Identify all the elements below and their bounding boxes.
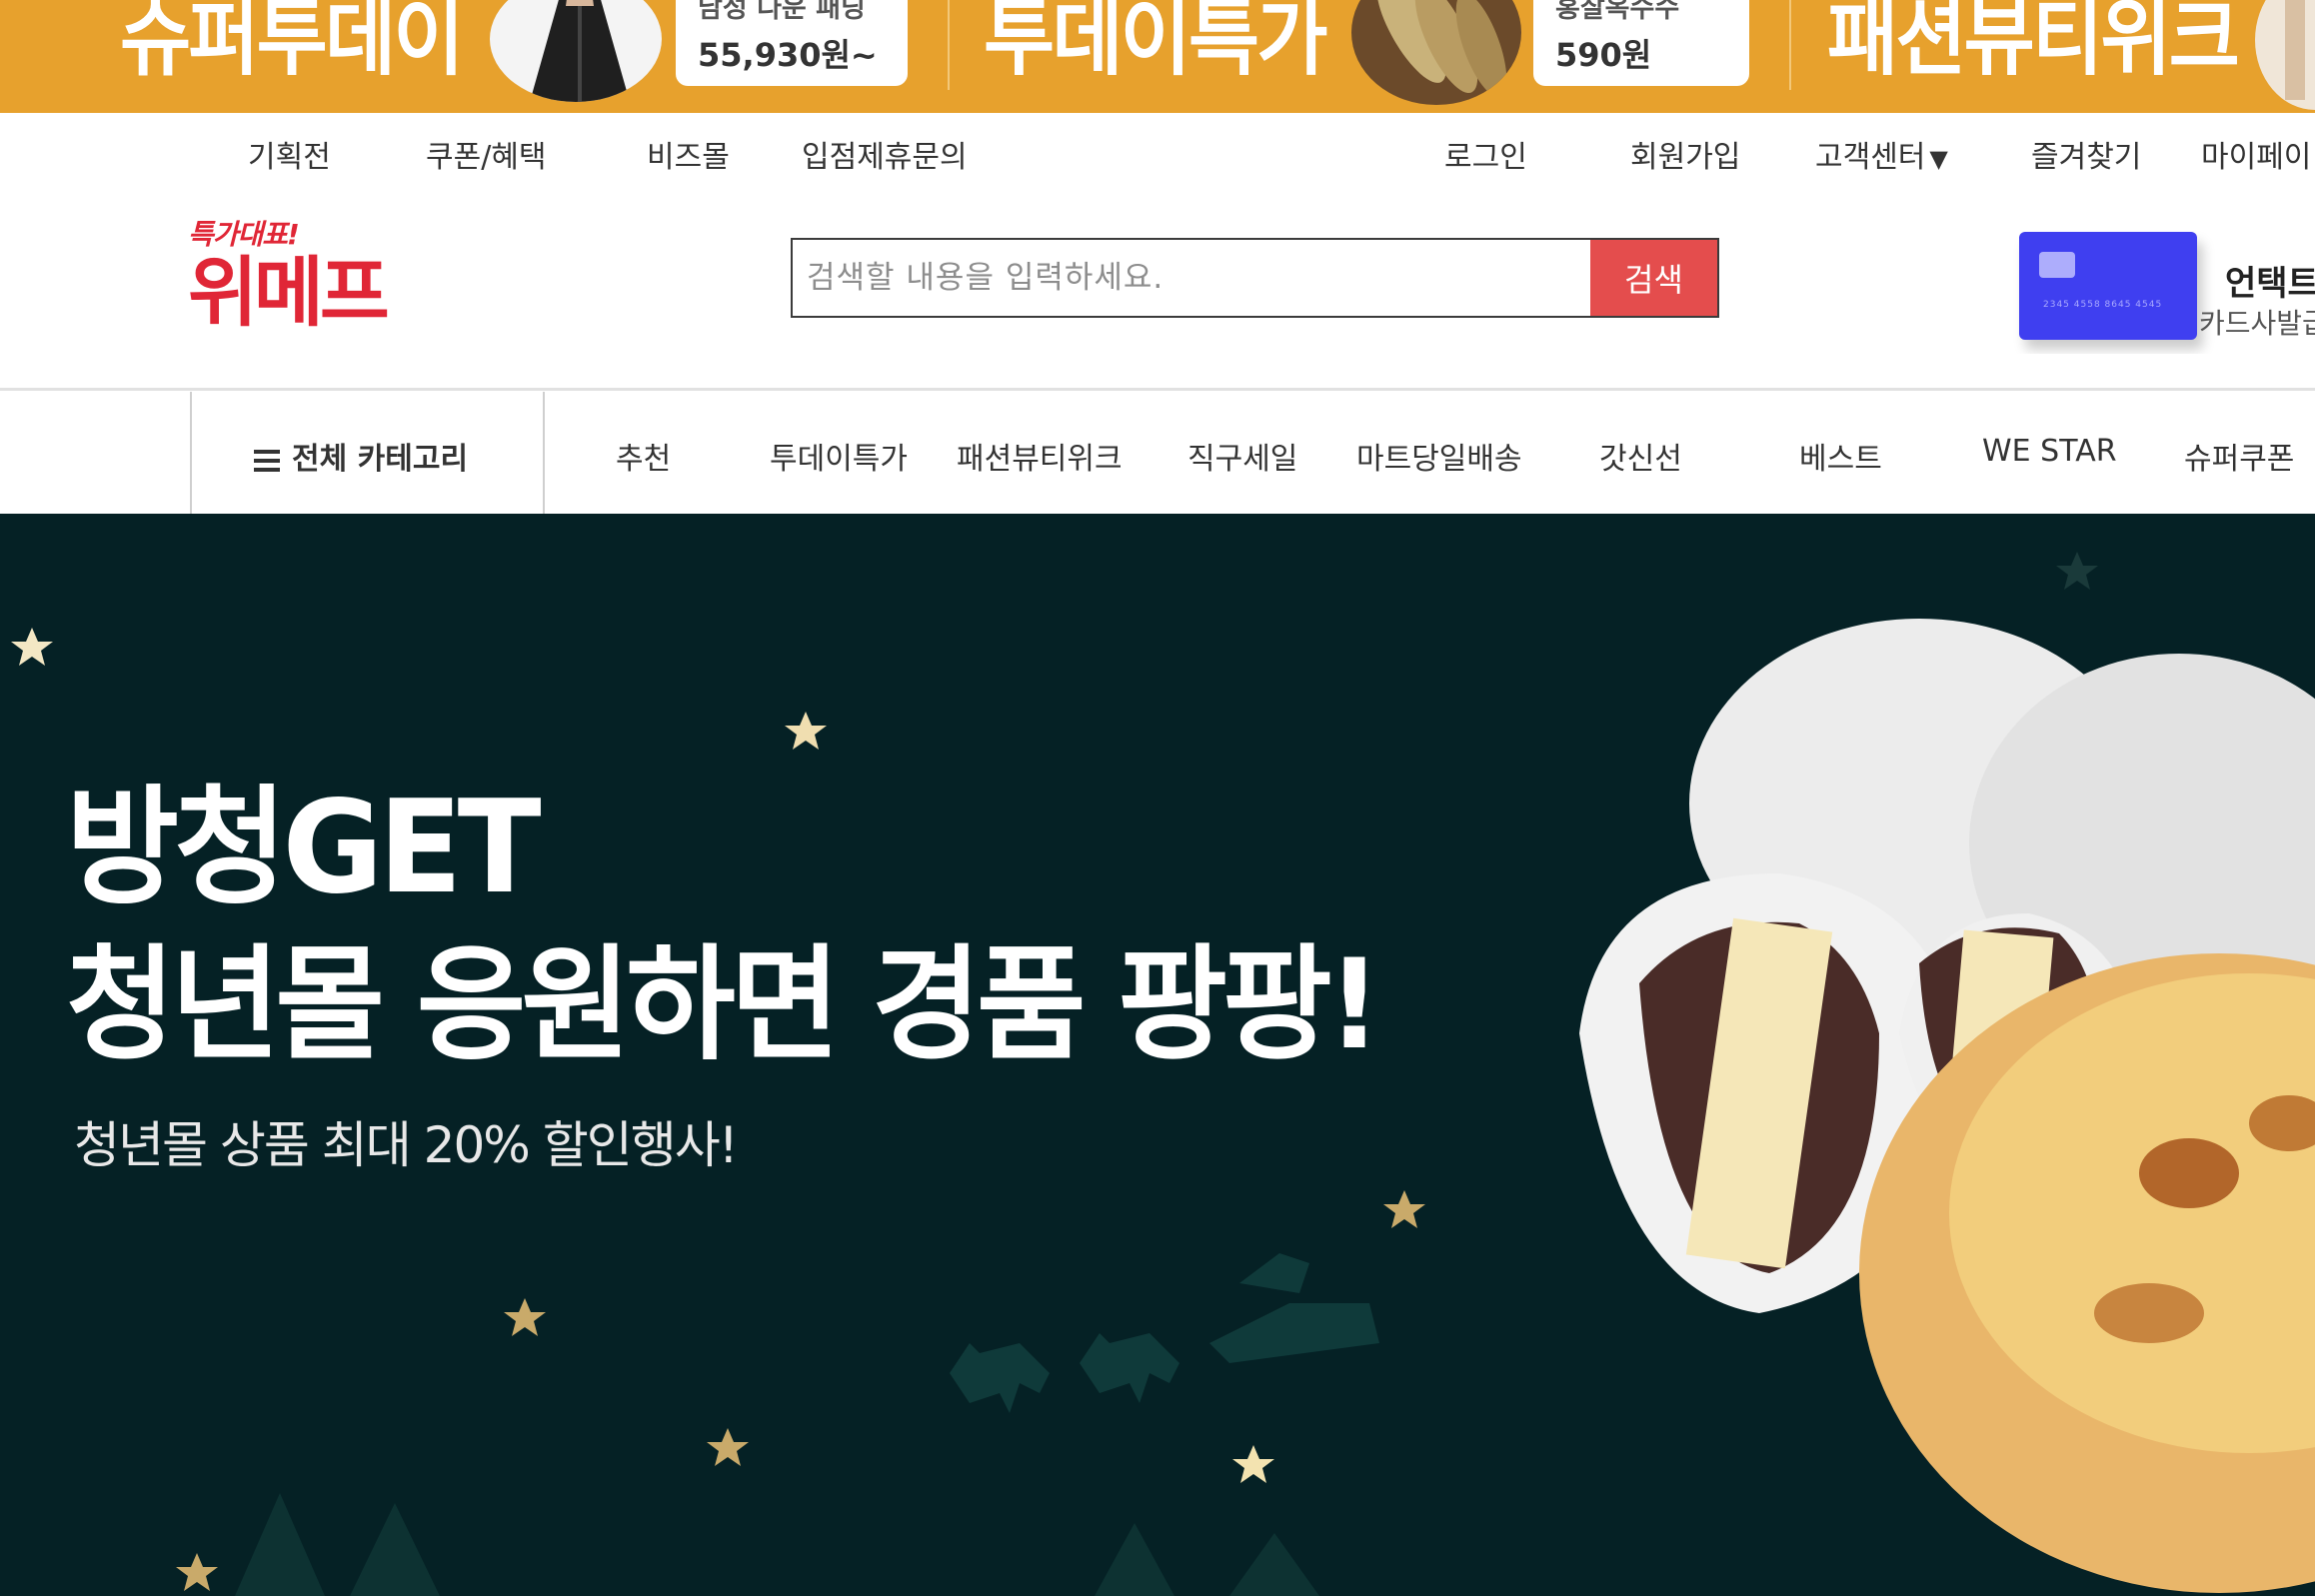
card-number: 2345 4558 8645 4545 (2043, 300, 2163, 310)
tab-we-star[interactable]: WE STAR (1982, 434, 2117, 469)
all-categories-label: 전체 카테고리 (292, 442, 469, 477)
rice-cake-tart-image (1579, 619, 2315, 1593)
cosmetic-icon (2285, 0, 2305, 100)
corn-icon (1376, 0, 1507, 98)
ad-title: 언택트 (2225, 264, 2315, 304)
wemakeprice-logo[interactable]: 특가대표! 위메프 (188, 213, 390, 337)
nav-link-coupons[interactable]: 쿠폰/혜택 (426, 132, 547, 176)
search-button[interactable]: 검색 (1590, 240, 1717, 316)
nav-link-exhibition[interactable]: 기획전 (248, 132, 331, 176)
ad-subtitle: 카드사발급 (2199, 307, 2315, 340)
corn-product-image[interactable] (1351, 0, 1521, 105)
promo-subtitle: 홍찰옥수수 (1555, 0, 1680, 24)
tab-overseas-sale[interactable]: 직구세일 (1187, 434, 1297, 478)
promo-title-fashion-beauty[interactable]: 패션뷰티위크 (1827, 0, 2240, 84)
promo-title-super-today[interactable]: 슈퍼투데이 (120, 0, 464, 84)
customer-center-menu[interactable]: 고객센터 ▼ (1815, 132, 1948, 176)
tab-today-deal[interactable]: 투데이특가 (770, 434, 908, 478)
logo-brand: 위메프 (188, 248, 390, 337)
tab-super-coupon[interactable]: 슈퍼쿠폰 (2184, 434, 2294, 478)
caret-down-icon: ▼ (1929, 145, 1948, 173)
padding-jacket-icon (530, 0, 630, 102)
all-categories-button[interactable]: 전체 카테고리 (190, 392, 545, 516)
padding-product-image[interactable] (490, 0, 662, 102)
bookmark-link[interactable]: 즐겨찾기 (2031, 132, 2141, 176)
card-chip-icon (2039, 252, 2075, 278)
promo-subtitle: 남성 다운 패딩 (698, 0, 866, 24)
fashion-product-image[interactable] (2255, 0, 2315, 110)
nav-link-partnership[interactable]: 입점제휴문의 (802, 132, 968, 176)
login-link[interactable]: 로그인 (1444, 132, 1527, 176)
promo-price: 590원 (1555, 36, 1652, 74)
search-form: 검색 (791, 238, 1719, 318)
tab-mart-delivery[interactable]: 마트당일배송 (1356, 434, 1522, 478)
promo-price: 55,930원~ (698, 36, 878, 74)
mypage-link[interactable]: 마이페이 (2201, 132, 2311, 176)
promo-divider (948, 0, 950, 90)
card-promo-ad[interactable]: 2345 4558 8645 4545 언택트 카드사발급 (1989, 224, 2315, 354)
promo-card-padding[interactable]: 남성 다운 패딩 55,930원~ (676, 0, 908, 86)
search-input[interactable] (793, 240, 1589, 316)
promo-title-today-deal[interactable]: 투데이특가 (984, 0, 1327, 84)
tab-fresh[interactable]: 갓신선 (1599, 434, 1682, 478)
logo-tagline: 특가대표! (188, 218, 300, 251)
nav-link-bizmall[interactable]: 비즈몰 (647, 132, 730, 176)
tab-fashion-beauty[interactable]: 패션뷰티위크 (957, 434, 1123, 478)
hero-banner[interactable]: 방청GET 청년몰 응원하면 경품 팡팡! 청년몰 상품 최대 20% 할인행사… (0, 514, 2315, 1596)
promo-divider (1789, 0, 1791, 90)
customer-center-label: 고객센터 (1815, 140, 1926, 175)
promo-banner[interactable]: 슈퍼투데이 남성 다운 패딩 55,930원~ 투데이특가 홍찰옥수수 590원… (0, 0, 2315, 113)
hamburger-icon (254, 445, 280, 477)
tab-recommend[interactable]: 추천 (616, 434, 671, 478)
signup-link[interactable]: 회원가입 (1630, 132, 1740, 176)
credit-card-image: 2345 4558 8645 4545 (2019, 232, 2197, 340)
tab-best[interactable]: 베스트 (1799, 434, 1882, 478)
promo-card-corn[interactable]: 홍찰옥수수 590원 (1533, 0, 1749, 86)
